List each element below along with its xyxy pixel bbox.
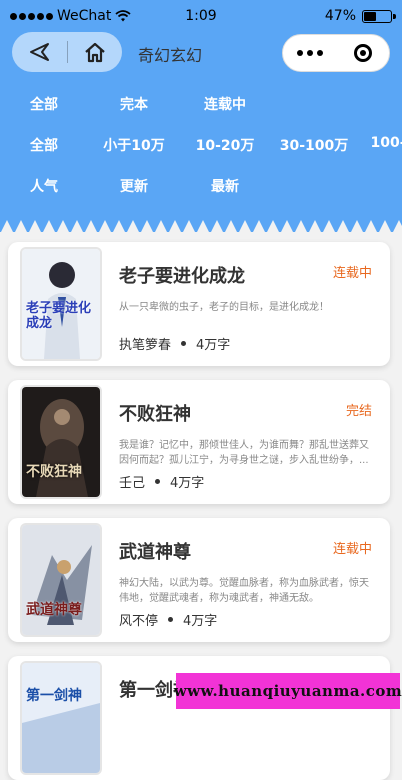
book-author: 执笔箩春 — [119, 338, 172, 353]
sort-newest[interactable]: 最新 — [211, 176, 239, 196]
watermark-text: www.huanqiuyuanma.com — [173, 682, 402, 700]
status-filter-row: 全部 完本 连载中 — [0, 94, 402, 114]
filter-status-all[interactable]: 全部 — [30, 94, 58, 114]
book-meta: 执笔箩春 4万字 — [119, 334, 230, 353]
cover-title: 老子要进化成龙 — [26, 301, 92, 331]
page-title: 奇幻玄幻 — [138, 46, 203, 65]
home-icon — [85, 42, 105, 63]
book-title: 不败狂神 — [119, 404, 191, 425]
cover-title: 武道神尊 — [26, 602, 82, 618]
cover-title: 不败狂神 — [26, 464, 82, 480]
filter-words-under-10w[interactable]: 小于10万 — [103, 135, 164, 155]
filter-words-all[interactable]: 全部 — [30, 135, 58, 155]
cover-title: 第一剑神 — [26, 688, 82, 704]
nav-capsule — [12, 32, 122, 72]
book-author: 壬己 — [119, 476, 146, 491]
status-bar: WeChat 1:09 47% — [0, 0, 402, 34]
home-button[interactable] — [67, 32, 122, 72]
book-meta: 壬己 4万字 — [119, 472, 204, 491]
battery-percent: 47% — [324, 8, 356, 24]
filter-words-30-100w[interactable]: 30-100万 — [280, 135, 349, 155]
book-title: 武道神尊 — [119, 542, 191, 563]
close-target-icon — [353, 44, 372, 62]
watermark-banner: www.huanqiuyuanma.com — [173, 673, 402, 709]
navigation-bar: 奇幻玄幻 — [0, 32, 402, 76]
book-description: 从一只卑微的虫子，老子的目标，是进化成龙！ — [119, 302, 329, 313]
words-filter-row: 全部 小于10万 10-20万 30-100万 100- — [0, 135, 402, 155]
sort-updated[interactable]: 更新 — [120, 176, 148, 196]
book-status: 连载中 — [332, 266, 372, 281]
book-word-count: 4万字 — [170, 476, 205, 491]
book-description: 神幻大陆，以武为尊。觉醒血脉者，称为血脉武者，惊天伟地，觉醒武魂者，称为魂武者，… — [119, 578, 369, 604]
more-button[interactable] — [283, 35, 336, 71]
book-cover: 武道神尊 — [22, 525, 100, 635]
miniprogram-capsule — [282, 34, 390, 72]
zigzag-edge — [0, 220, 402, 234]
book-word-count: 4万字 — [183, 614, 218, 629]
filter-words-100w-plus[interactable]: 100- — [370, 135, 402, 151]
filter-words-10-20w[interactable]: 10-20万 — [196, 135, 255, 155]
back-button[interactable] — [12, 32, 67, 72]
book-word-count: 4万字 — [196, 338, 231, 353]
book-card[interactable]: 不败狂神 不败狂神 完结 我是谁？记忆中，那倾世佳人，为谁而舞？那乱世送葬又因何… — [8, 380, 390, 504]
book-cover: 不败狂神 — [22, 387, 100, 497]
book-description: 我是谁？记忆中，那倾世佳人，为谁而舞？那乱世送葬又因何而起？孤儿江宁，为寻身世之… — [119, 440, 369, 466]
more-icon — [296, 50, 323, 56]
book-cover: 第一剑神 — [22, 663, 100, 773]
book-title: 老子要进化成龙 — [119, 266, 245, 287]
book-status: 完结 — [345, 404, 372, 419]
sort-popular[interactable]: 人气 — [30, 176, 58, 196]
filter-status-finished[interactable]: 完本 — [120, 94, 148, 114]
book-card[interactable]: 武道神尊 武道神尊 连载中 神幻大陆，以武为尊。觉醒血脉者，称为血脉武者，惊天伟… — [8, 518, 390, 642]
book-cover: 老子要进化成龙 — [22, 249, 100, 359]
battery-icon — [362, 9, 396, 23]
book-status: 连载中 — [332, 542, 372, 557]
filter-status-ongoing[interactable]: 连载中 — [204, 94, 246, 114]
back-arrow-icon — [30, 43, 50, 61]
book-card[interactable]: 老子要进化成龙 老子要进化成龙 连载中 从一只卑微的虫子，老子的目标，是进化成龙… — [8, 242, 390, 366]
book-author: 风不停 — [119, 614, 159, 629]
sort-filter-row: 人气 更新 最新 — [0, 176, 402, 196]
book-meta: 风不停 4万字 — [119, 610, 217, 629]
close-button[interactable] — [336, 35, 389, 71]
